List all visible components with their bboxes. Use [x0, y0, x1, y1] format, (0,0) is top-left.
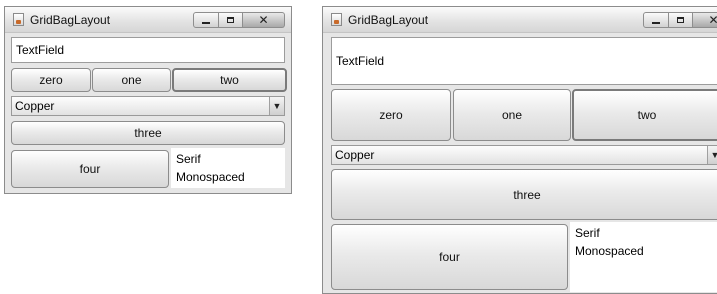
zero-button-label: zero [379, 108, 403, 122]
zero-button-label: zero [39, 73, 63, 87]
text-field[interactable]: TextField [11, 37, 285, 63]
zero-button[interactable]: zero [331, 89, 451, 141]
three-button-label: three [134, 126, 162, 140]
font-list[interactable]: Serif Monospaced [171, 148, 285, 188]
title-bar[interactable]: GridBagLayout ✕ [5, 7, 291, 33]
window-title: GridBagLayout [348, 13, 429, 27]
font-list-item-serif[interactable]: Serif [176, 150, 285, 168]
two-button[interactable]: two [172, 68, 287, 92]
chevron-down-icon[interactable]: ▼ [707, 146, 717, 164]
window-content: TextField zero one two Copper ▼ three fo… [11, 37, 287, 188]
text-field-value: TextField [336, 54, 385, 68]
three-button[interactable]: three [331, 169, 717, 220]
four-button-label: four [79, 162, 101, 176]
color-combo-box[interactable]: Copper ▼ [331, 145, 717, 165]
window-content: TextField zero one two Copper ▼ three fo… [331, 37, 717, 293]
gridbaglayout-window-small: GridBagLayout ✕ TextField zero one two C… [4, 6, 292, 194]
one-button-label: one [121, 73, 142, 87]
four-button[interactable]: four [11, 150, 169, 188]
one-button[interactable]: one [453, 89, 571, 141]
java-app-icon [331, 13, 342, 26]
font-list-item-monospaced[interactable]: Monospaced [176, 168, 285, 186]
combo-selected-value: Copper [15, 99, 55, 113]
java-app-icon [13, 13, 24, 26]
one-button[interactable]: one [92, 68, 171, 92]
combo-selected-value: Copper [335, 148, 375, 162]
two-button-label: two [637, 108, 657, 122]
gridbaglayout-window-large: GridBagLayout ✕ TextField zero one two C… [322, 6, 717, 294]
title-bar[interactable]: GridBagLayout ✕ [323, 7, 717, 33]
three-button-label: three [513, 187, 541, 202]
maximize-button[interactable] [669, 12, 693, 28]
window-controls: ✕ [643, 12, 717, 28]
three-button[interactable]: three [11, 121, 285, 145]
minimize-icon [202, 21, 210, 24]
chevron-down-icon[interactable]: ▼ [269, 97, 284, 115]
window-controls: ✕ [193, 12, 285, 28]
minimize-icon [652, 21, 660, 24]
maximize-icon [227, 17, 234, 23]
one-button-label: one [501, 108, 523, 122]
two-button[interactable]: two [572, 89, 717, 141]
minimize-button[interactable] [193, 12, 219, 28]
window-title: GridBagLayout [30, 13, 111, 27]
close-button[interactable]: ✕ [243, 12, 285, 28]
minimize-button[interactable] [643, 12, 669, 28]
zero-button[interactable]: zero [11, 68, 91, 92]
text-field[interactable]: TextField [331, 37, 717, 85]
font-list[interactable]: Serif Monospaced [570, 222, 717, 292]
close-icon: ✕ [708, 14, 717, 26]
font-list-item-serif[interactable]: Serif [575, 224, 717, 242]
font-list-item-monospaced[interactable]: Monospaced [575, 242, 717, 260]
text-field-value: TextField [16, 43, 65, 57]
four-button-label: four [439, 250, 460, 264]
color-combo-box[interactable]: Copper ▼ [11, 96, 285, 116]
close-button[interactable]: ✕ [693, 12, 717, 28]
two-button-label: two [220, 73, 239, 87]
close-icon: ✕ [258, 13, 269, 27]
four-button[interactable]: four [331, 224, 568, 290]
maximize-button[interactable] [219, 12, 243, 28]
maximize-icon [677, 17, 684, 23]
